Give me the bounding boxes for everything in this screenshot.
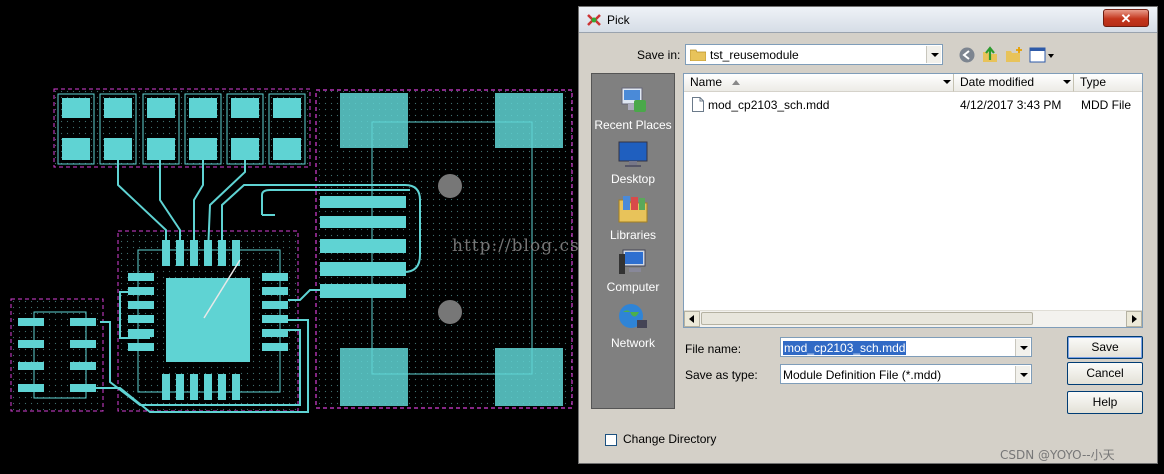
csdn-watermark: CSDN @YOYO--小天: [1000, 448, 1115, 462]
place-recent-places[interactable]: Recent Places: [592, 84, 674, 132]
file-type: MDD File: [1081, 98, 1131, 112]
new-folder-icon[interactable]: [1005, 46, 1023, 64]
chevron-down-icon[interactable]: [1015, 339, 1030, 356]
connector-pad: [340, 93, 408, 148]
folder-icon: [690, 49, 706, 61]
save-button[interactable]: Save: [1067, 336, 1143, 359]
file-name: mod_cp2103_sch.mdd: [708, 98, 830, 112]
file-list[interactable]: Name Date modified Type mod_cp2103_sch.m…: [683, 73, 1143, 328]
desktop-icon: [618, 141, 648, 167]
mount-hole: [438, 174, 462, 198]
column-header-date[interactable]: Date modified: [954, 74, 1074, 92]
help-button[interactable]: Help: [1067, 391, 1143, 414]
column-label: Type: [1080, 75, 1107, 89]
change-directory-checkbox[interactable]: [605, 434, 617, 446]
close-button[interactable]: ✕: [1103, 9, 1149, 27]
connector-pad: [340, 348, 408, 406]
chevron-down-icon[interactable]: [943, 80, 951, 84]
up-folder-icon[interactable]: [981, 46, 999, 64]
back-icon[interactable]: [958, 46, 976, 64]
cancel-button[interactable]: Cancel: [1067, 362, 1143, 385]
places-bar: Recent Places Desktop Libraries Computer: [591, 73, 675, 409]
libraries-icon: [618, 196, 648, 223]
column-header-name[interactable]: Name: [684, 74, 954, 92]
passive-components-row: [53, 88, 311, 168]
place-label: Computer: [606, 280, 660, 294]
place-label: Libraries: [609, 228, 657, 242]
column-label: Name: [690, 75, 723, 89]
change-directory-label: Change Directory: [623, 432, 717, 446]
save-as-type-dropdown[interactable]: Module Definition File (*.mdd): [780, 364, 1032, 384]
horizontal-scrollbar[interactable]: [684, 310, 1142, 327]
place-desktop[interactable]: Desktop: [592, 140, 674, 186]
recent-places-icon: [621, 87, 646, 112]
place-network[interactable]: Network: [592, 302, 674, 350]
soic-component: [10, 298, 104, 412]
place-libraries[interactable]: Libraries: [592, 194, 674, 242]
view-menu-icon[interactable]: [1029, 46, 1055, 64]
save-in-label: Save in:: [637, 48, 681, 62]
close-icon: ✕: [1120, 11, 1132, 26]
sort-up-icon: [732, 80, 740, 85]
pick-app-icon: [587, 14, 601, 26]
network-icon: [619, 304, 647, 328]
place-label: Recent Places: [594, 118, 672, 132]
title-bar[interactable]: Pick ✕: [579, 7, 1157, 33]
file-icon: [692, 97, 704, 112]
place-label: Desktop: [610, 172, 656, 186]
scroll-right-button[interactable]: [1126, 311, 1142, 327]
file-name-label: File name:: [685, 342, 742, 356]
file-name-value: mod_cp2103_sch.mdd: [783, 341, 907, 355]
file-date: 4/12/2017 3:43 PM: [960, 98, 1062, 112]
pick-dialog: Pick ✕ Save in: tst_reusemodule Recent P…: [578, 6, 1158, 464]
qfn-ic: [117, 230, 299, 412]
chevron-down-icon[interactable]: [1063, 80, 1071, 84]
save-as-type-value: Module Definition File (*.mdd): [783, 368, 942, 382]
chevron-down-icon[interactable]: [926, 46, 941, 63]
file-row[interactable]: mod_cp2103_sch.mdd 4/12/2017 3:43 PM MDD…: [684, 96, 1142, 114]
connector-pad: [495, 93, 563, 148]
column-header-type[interactable]: Type: [1074, 74, 1142, 92]
dialog-title: Pick: [607, 13, 630, 27]
place-label: Network: [610, 336, 655, 350]
save-as-type-label: Save as type:: [685, 368, 758, 382]
column-label: Date modified: [960, 75, 1035, 89]
computer-icon: [619, 249, 646, 274]
place-computer[interactable]: Computer: [592, 248, 674, 294]
chevron-down-icon[interactable]: [1015, 366, 1030, 383]
save-in-value: tst_reusemodule: [710, 48, 799, 62]
connector-pad: [495, 348, 563, 406]
scroll-left-button[interactable]: [684, 311, 700, 327]
scrollbar-thumb[interactable]: [701, 312, 1033, 325]
mount-hole: [438, 300, 462, 324]
file-name-input[interactable]: mod_cp2103_sch.mdd: [780, 337, 1032, 357]
save-in-dropdown[interactable]: tst_reusemodule: [685, 44, 943, 65]
